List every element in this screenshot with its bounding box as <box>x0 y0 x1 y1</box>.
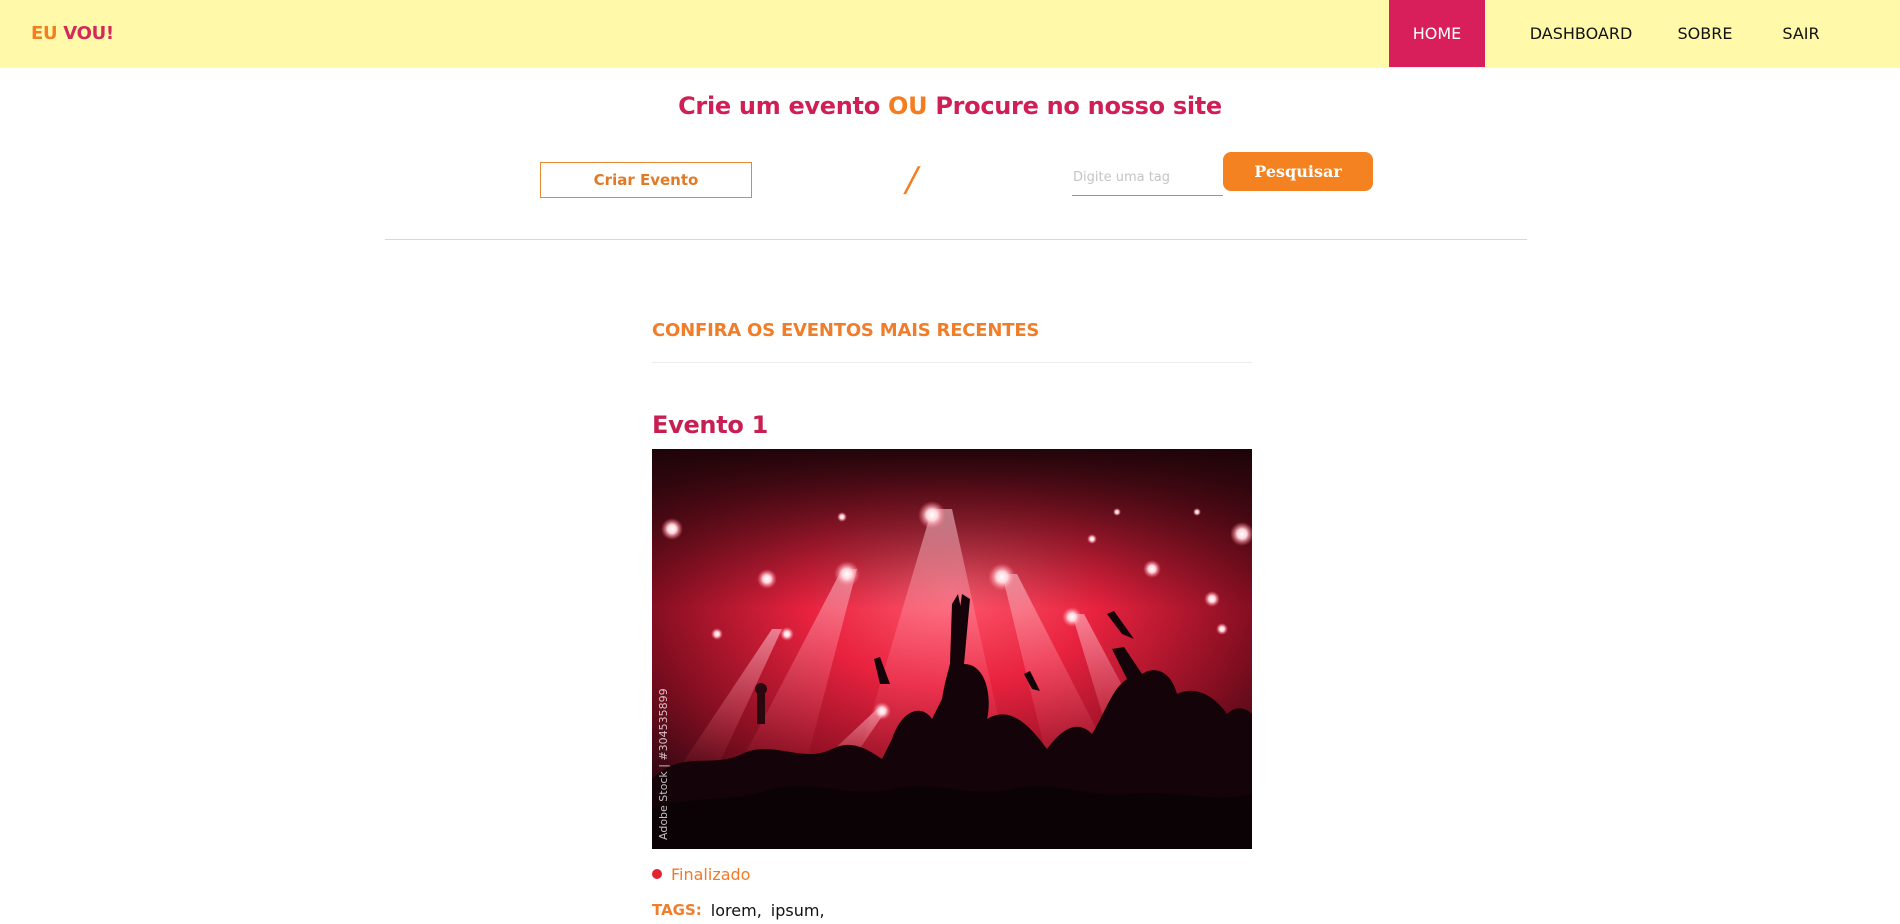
nav-home[interactable]: HOME <box>1389 0 1485 67</box>
logo[interactable]: EU VOU! <box>31 23 114 44</box>
tag-search-input[interactable] <box>1072 160 1223 196</box>
image-watermark: Adobe Stock | #304535899 <box>657 688 670 840</box>
headline-create: Crie um evento <box>678 92 880 120</box>
top-navbar: EU VOU! HOME DASHBOARD SOBRE SAIR <box>0 0 1900 68</box>
tag-item[interactable]: ipsum, <box>771 901 825 920</box>
event-tags: TAGS: lorem, ipsum, <box>652 900 834 920</box>
logo-vou: VOU! <box>63 23 114 44</box>
status-label: Finalizado <box>671 864 751 884</box>
status-dot-icon <box>652 869 662 879</box>
nav-sobre[interactable]: SOBRE <box>1666 0 1744 67</box>
logo-eu: EU <box>31 23 58 44</box>
section-divider <box>652 362 1252 363</box>
headline-search: Procure no nosso site <box>935 92 1222 120</box>
headline-or: OU <box>887 92 928 120</box>
search-button[interactable]: Pesquisar <box>1223 152 1373 191</box>
hero-divider <box>385 239 1527 240</box>
tags-label: TAGS: <box>652 901 702 919</box>
event-image[interactable] <box>652 449 1252 849</box>
event-status: Finalizado <box>652 864 750 884</box>
create-event-button[interactable]: Criar Evento <box>540 162 752 198</box>
separator-slash: / <box>902 160 922 200</box>
recent-events-title: CONFIRA OS EVENTOS MAIS RECENTES <box>652 320 1040 341</box>
page-headline: Crie um evento OU Procure no nosso site <box>0 92 1900 120</box>
nav-dashboard[interactable]: DASHBOARD <box>1520 0 1642 67</box>
nav-sair[interactable]: SAIR <box>1772 0 1830 67</box>
tag-item[interactable]: lorem, <box>711 901 762 920</box>
event-title[interactable]: Evento 1 <box>652 411 768 439</box>
